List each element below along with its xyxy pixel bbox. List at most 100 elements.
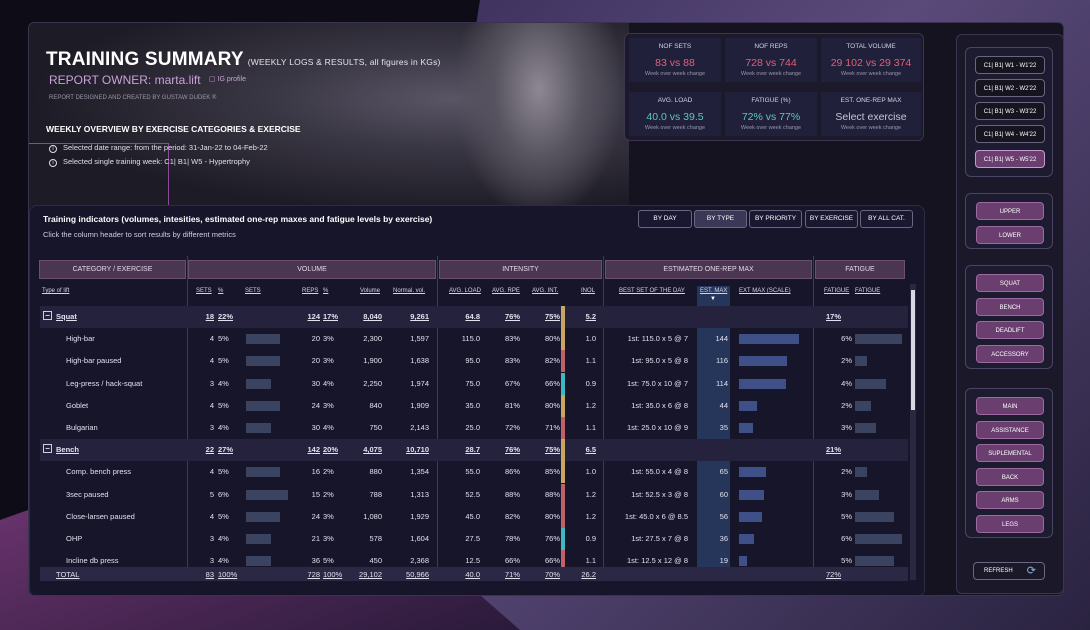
sets-value: 4	[209, 467, 214, 477]
sets-bar	[246, 400, 280, 411]
lower-button[interactable]: LOWER	[976, 226, 1044, 244]
col-sets-pct[interactable]: %	[218, 288, 223, 294]
training-indicators-panel: Training indicators (volumes, intesities…	[29, 205, 925, 595]
col-est-max[interactable]: EST. MAX	[700, 288, 727, 294]
col-fatigue-bar[interactable]: FATIGUE	[855, 288, 880, 294]
fatigue-bar	[855, 534, 902, 544]
avg-rpe-value: 66%	[504, 556, 520, 566]
kpi-card: NOF SETS 83 vs 88 Week over week change	[629, 38, 721, 82]
tab-by-priority[interactable]: BY PRIORITY	[749, 210, 802, 228]
sets-value: 3	[209, 556, 214, 566]
ig-profile-link[interactable]: ▢ IG profile	[209, 75, 246, 83]
refresh-button[interactable]: REFRESH ⟳	[973, 562, 1045, 580]
avg-rpe-value: 78%	[504, 534, 520, 543]
fatigue-value: 3%	[841, 423, 852, 432]
avg-int-value: 66%	[544, 378, 560, 388]
back-button[interactable]: BACK	[976, 468, 1044, 486]
table-row[interactable]: Close-larsen paused 4 5% 24 3% 1,080 1,929 45.0…	[40, 505, 908, 528]
ext-max-bar	[739, 467, 766, 478]
accessory-button[interactable]: ACCESSORY	[976, 345, 1044, 363]
deadlift-button[interactable]: DEADLIFT	[976, 321, 1044, 339]
est-max-value: 116	[716, 356, 728, 366]
col-inol[interactable]: INOL	[581, 288, 595, 294]
avg-rpe-value: 83%	[504, 356, 520, 366]
table-row[interactable]: Goblet 4 5% 24 3% 840 1,909 35.0 81% 80% 1.2 1st: 3…	[40, 394, 908, 417]
sets-pct: 4%	[218, 378, 229, 388]
table-row[interactable]: High-bar paused 4 5% 20 3% 1,900 1,638 95.0 83% 8…	[40, 350, 908, 373]
avg-int-value: 80%	[544, 400, 560, 410]
reps-pct: 17%	[323, 312, 339, 321]
table-row[interactable]: Leg-press / hack-squat 3 4% 30 4% 2,250 1,974 7…	[40, 372, 908, 395]
week-w5-button[interactable]: C1| B1| W5 - W5'22	[975, 150, 1045, 168]
sets-value: 18	[205, 312, 214, 321]
volume-value: 880	[369, 467, 382, 477]
fatigue-bar	[855, 511, 894, 522]
inol-value: 0.9	[585, 534, 596, 543]
upper-button[interactable]: UPPER	[976, 202, 1044, 220]
sets-pct: 4%	[218, 534, 229, 543]
tab-by-day[interactable]: BY DAY	[638, 210, 692, 228]
arms-button[interactable]: ARMS	[976, 491, 1044, 509]
col-volume[interactable]: Volume	[360, 288, 380, 294]
table-row[interactable]: Bulgarian 3 4% 30 4% 750 2,143 25.0 72% 71% 1.1 1st…	[40, 417, 908, 439]
normal-vol-value: 9,261	[410, 312, 429, 321]
col-sets[interactable]: SETS	[196, 288, 212, 294]
reps-pct: 5%	[323, 556, 334, 566]
section-title: WEEKLY OVERVIEW BY EXERCISE CATEGORIES &…	[46, 124, 301, 134]
week-w4-button[interactable]: C1| B1| W4 - W4'22	[975, 125, 1045, 143]
col-reps[interactable]: REPS	[302, 288, 318, 294]
main-button[interactable]: MAIN	[976, 397, 1044, 415]
collapse-icon[interactable]: −	[43, 311, 52, 320]
col-avg-rpe[interactable]: AVG. RPE	[492, 288, 520, 294]
table-row[interactable]: OHP 3 4% 21 3% 578 1,604 27.5 78% 76% 0.9 1st: 27.5…	[40, 528, 908, 550]
squat-button[interactable]: SQUAT	[976, 274, 1044, 292]
best-set-value: 1st: 55.0 x 4 @ 8	[631, 467, 688, 477]
avg-int-value: 85%	[544, 467, 560, 477]
inol-value: 1.2	[585, 511, 596, 521]
volume-value: 1,080	[363, 511, 382, 521]
week-w3-button[interactable]: C1| B1| W3 - W3'22	[975, 102, 1045, 120]
bench-button[interactable]: BENCH	[976, 298, 1044, 316]
table-row[interactable]: 3sec paused 5 6% 15 2% 788 1,313 52.5 88% 88% 1.2 1…	[40, 483, 908, 506]
tab-by-all-cat[interactable]: BY ALL CAT.	[860, 210, 913, 228]
col-sets-bar[interactable]: SETS	[245, 288, 261, 294]
assistance-button[interactable]: ASSISTANCE	[976, 421, 1044, 439]
ext-max-bar	[739, 400, 757, 411]
exercise-name: Bulgarian	[66, 423, 98, 432]
tab-by-exercise[interactable]: BY EXERCISE	[805, 210, 858, 228]
col-fatigue[interactable]: FATIGUE	[824, 288, 849, 294]
week-w1-button[interactable]: C1| B1| W1 - W1'22	[975, 56, 1045, 74]
col-avg-load[interactable]: AVG. LOAD	[449, 288, 481, 294]
sets-pct: 5%	[218, 356, 229, 366]
col-normal-vol[interactable]: Normal. vol.	[393, 288, 425, 294]
week-w2-button[interactable]: C1| B1| W2 - W2'22	[975, 79, 1045, 97]
legs-button[interactable]: LEGS	[976, 515, 1044, 533]
table-row[interactable]: Comp. bench press 4 5% 16 2% 880 1,354 55.0 86% 8…	[40, 461, 908, 484]
avg-load-value: 25.0	[465, 423, 480, 432]
intensity-strip	[561, 306, 565, 328]
collapse-icon[interactable]: −	[43, 444, 52, 454]
normal-vol-value: 2,368	[410, 556, 429, 566]
col-reps-pct[interactable]: %	[323, 288, 328, 294]
sets-pct: 5%	[218, 400, 229, 410]
refresh-icon: ⟳	[1026, 565, 1036, 577]
fatigue-value: 2%	[841, 400, 852, 410]
col-best-set[interactable]: BEST SET OF THE DAY	[619, 288, 685, 294]
tab-by-type[interactable]: BY TYPE	[694, 210, 747, 228]
normal-vol-value: 1,313	[410, 489, 429, 499]
col-ext-max-scale[interactable]: EXT MAX (SCALE)	[739, 288, 791, 294]
best-set-value: 1st: 52.5 x 3 @ 8	[631, 489, 688, 499]
exercise-name: High-bar	[66, 334, 95, 344]
table-scrollbar[interactable]	[910, 284, 916, 580]
avg-int-value: 80%	[544, 334, 560, 344]
avg-rpe-value: 82%	[504, 511, 520, 521]
col-type-of-lift[interactable]: Type of lift	[42, 288, 69, 294]
suplemental-button[interactable]: SUPLEMENTAL	[976, 444, 1044, 462]
best-set-value: 1st: 115.0 x 5 @ 7	[627, 334, 688, 344]
category-row[interactable]: − Bench 22 27% 142 20% 4,075 10,710 28.7 76% 75% 6.…	[40, 439, 908, 462]
category-row[interactable]: − Squat 18 22% 124 17% 8,040 9,261 64.8 76% 75% 5.2…	[40, 306, 908, 328]
table-row[interactable]: High-bar 4 5% 20 3% 2,300 1,597 115.0 83% 80% 1.0 1…	[40, 328, 908, 351]
priority-filter-group: MAIN ASSISTANCE SUPLEMENTAL BACK ARMS LE…	[965, 388, 1053, 538]
sets-value: 5	[209, 489, 214, 499]
col-avg-int[interactable]: AVG. INT.	[532, 288, 558, 294]
